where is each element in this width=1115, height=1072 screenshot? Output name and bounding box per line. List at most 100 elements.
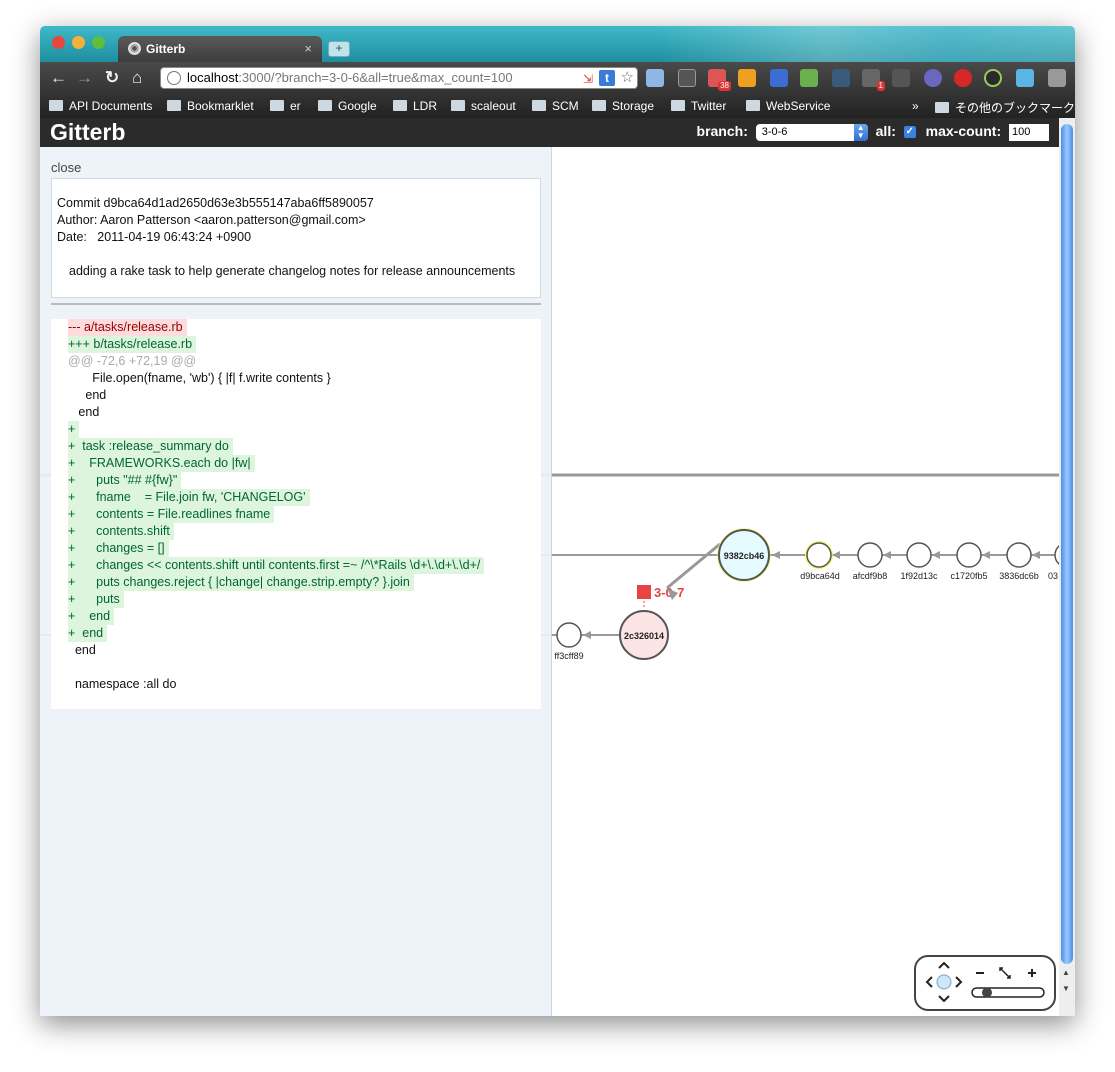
folder-icon [49, 100, 63, 111]
fit-view-icon[interactable] [999, 967, 1011, 979]
commit-label: 3836dc6b [999, 571, 1039, 581]
commit-node[interactable] [956, 542, 982, 568]
close-window-button[interactable] [52, 36, 65, 49]
tumblr-share-icon[interactable]: t [599, 70, 615, 86]
folder-icon [671, 100, 685, 111]
commit-node[interactable] [1006, 542, 1032, 568]
url-text: localhost:3000/?branch=3-0-6&all=true&ma… [187, 68, 513, 88]
title-bar: ◉ Gitterb × + [40, 26, 1075, 62]
twitter-extension-icon[interactable] [1016, 69, 1034, 87]
diff-line: --- a/tasks/release.rb [68, 319, 187, 336]
wrench-icon[interactable] [1048, 69, 1066, 87]
merge-edge [666, 542, 721, 590]
all-checkbox[interactable]: ✓ [903, 126, 916, 139]
commit-node[interactable] [556, 622, 582, 648]
folder-icon [393, 100, 407, 111]
pan-left-icon[interactable] [925, 976, 933, 988]
ws-extension-icon[interactable] [924, 69, 942, 87]
other-bookmarks[interactable]: その他のブックマーク [935, 99, 1075, 116]
bookmark-label: Bookmarklet [187, 99, 254, 113]
pan-down-icon[interactable] [938, 995, 950, 1003]
bookmark-ldr[interactable]: LDR [393, 99, 437, 113]
hatena-bookmark-icon[interactable] [770, 69, 788, 87]
commit-detail-panel: close Commit d9bca64d1ad2650d63e3b555147… [40, 147, 552, 1016]
diff-line: + changes = [] [68, 540, 169, 557]
page-info-icon [167, 71, 181, 85]
forward-icon[interactable]: → [76, 68, 93, 88]
pan-right-icon[interactable] [955, 976, 963, 988]
vertical-scrollbar[interactable]: ▲ ▼ [1059, 118, 1075, 1016]
bookmark-er[interactable]: er [270, 99, 301, 113]
diff-line: +++ b/tasks/release.rb [68, 336, 197, 353]
commit-node[interactable] [906, 542, 932, 568]
commit-date: Date: 2011-04-19 06:43:24 +0900 [57, 230, 252, 244]
bookmark-google[interactable]: Google [318, 99, 377, 113]
undo-extension-icon[interactable]: 1 [862, 69, 885, 91]
bookmark-storage[interactable]: Storage [592, 99, 654, 113]
diff-line: + fname = File.join fw, 'CHANGELOG' [68, 489, 310, 506]
tumblr-extension-icon[interactable] [832, 69, 850, 87]
folder-icon [532, 100, 546, 111]
address-bar[interactable]: localhost:3000/?branch=3-0-6&all=true&ma… [160, 67, 638, 89]
bookmark-label: er [290, 99, 301, 113]
commit-label: ff3cff89 [554, 651, 583, 661]
folder-icon [592, 100, 606, 111]
back-icon[interactable]: ← [50, 68, 67, 88]
bookmarks-overflow-chevron-icon[interactable]: » [912, 99, 919, 113]
download-icon[interactable]: ⇲ [583, 69, 593, 89]
tab-gitterb[interactable]: ◉ Gitterb × [118, 36, 322, 62]
pan-zoom-control[interactable] [914, 955, 1056, 1011]
bookmark-bookmarklet[interactable]: Bookmarklet [167, 99, 254, 113]
home-icon[interactable]: ⌂ [132, 68, 142, 88]
diff-line: + puts [68, 591, 124, 608]
diff-line: end [68, 388, 107, 402]
edge-arrow-icon [932, 551, 940, 559]
scroll-down-arrow-icon[interactable]: ▼ [1062, 984, 1070, 993]
scrollbar-thumb[interactable] [1061, 124, 1073, 964]
plus-extension-icon[interactable] [800, 69, 818, 87]
max-count-input[interactable]: 100 [1009, 123, 1049, 141]
diff-line: + end [68, 608, 115, 625]
folder-icon [167, 100, 181, 111]
bookmark-webservice[interactable]: WebService [746, 99, 830, 113]
edge-arrow-icon [883, 551, 891, 559]
pen-extension-icon[interactable] [892, 69, 910, 87]
mail-extension-icon[interactable] [678, 69, 696, 87]
commit-node-selected[interactable] [806, 542, 832, 568]
bookmark-api-documents[interactable]: API Documents [49, 99, 152, 113]
diff-line: end [68, 643, 96, 657]
edge-arrow-icon [772, 551, 780, 559]
reload-icon[interactable]: ↻ [105, 68, 119, 88]
feed-extension-icon[interactable]: 38 [708, 69, 731, 91]
bookmark-scm[interactable]: SCM [532, 99, 579, 113]
branch-select[interactable]: 3-0-6 ▲ ▼ [755, 123, 868, 141]
pan-zoom-graphic [925, 961, 1045, 1003]
zoom-slider-handle[interactable] [982, 987, 992, 998]
color-picker-icon[interactable] [984, 69, 1002, 87]
zoom-window-button[interactable] [92, 36, 105, 49]
new-tab-button[interactable]: + [328, 41, 350, 57]
bookmark-star-icon[interactable]: ☆ [621, 68, 634, 88]
bookmark-label: scaleout [471, 99, 516, 113]
commit-label: 1f92d13c [900, 571, 938, 581]
toolbar: ← → ↻ ⌂ localhost:3000/?branch=3-0-6&all… [40, 62, 1075, 94]
feed-badge: 38 [718, 81, 731, 91]
bookmark-label: LDR [413, 99, 438, 113]
pan-up-icon[interactable] [938, 961, 950, 969]
theme-artwork [655, 26, 1075, 62]
adblock-icon[interactable] [954, 69, 972, 87]
minimize-window-button[interactable] [72, 36, 85, 49]
reader-extension-icon[interactable] [646, 69, 664, 87]
commit-label: 03 [1048, 571, 1058, 581]
bookmark-twitter[interactable]: Twitter [671, 99, 726, 113]
scroll-up-arrow-icon[interactable]: ▲ [1062, 968, 1070, 977]
tab-close-icon[interactable]: × [304, 41, 312, 56]
commit-label: c1720fb5 [950, 571, 987, 581]
app-logo: Gitterb [50, 119, 126, 145]
commit-label: afcdf9b8 [853, 571, 888, 581]
close-link[interactable]: close [51, 160, 81, 175]
commit-node[interactable] [857, 542, 883, 568]
bookmark-scaleout[interactable]: scaleout [451, 99, 516, 113]
diff-line: + puts "## #{fw}" [68, 472, 182, 489]
fork-extension-icon[interactable] [738, 69, 756, 87]
